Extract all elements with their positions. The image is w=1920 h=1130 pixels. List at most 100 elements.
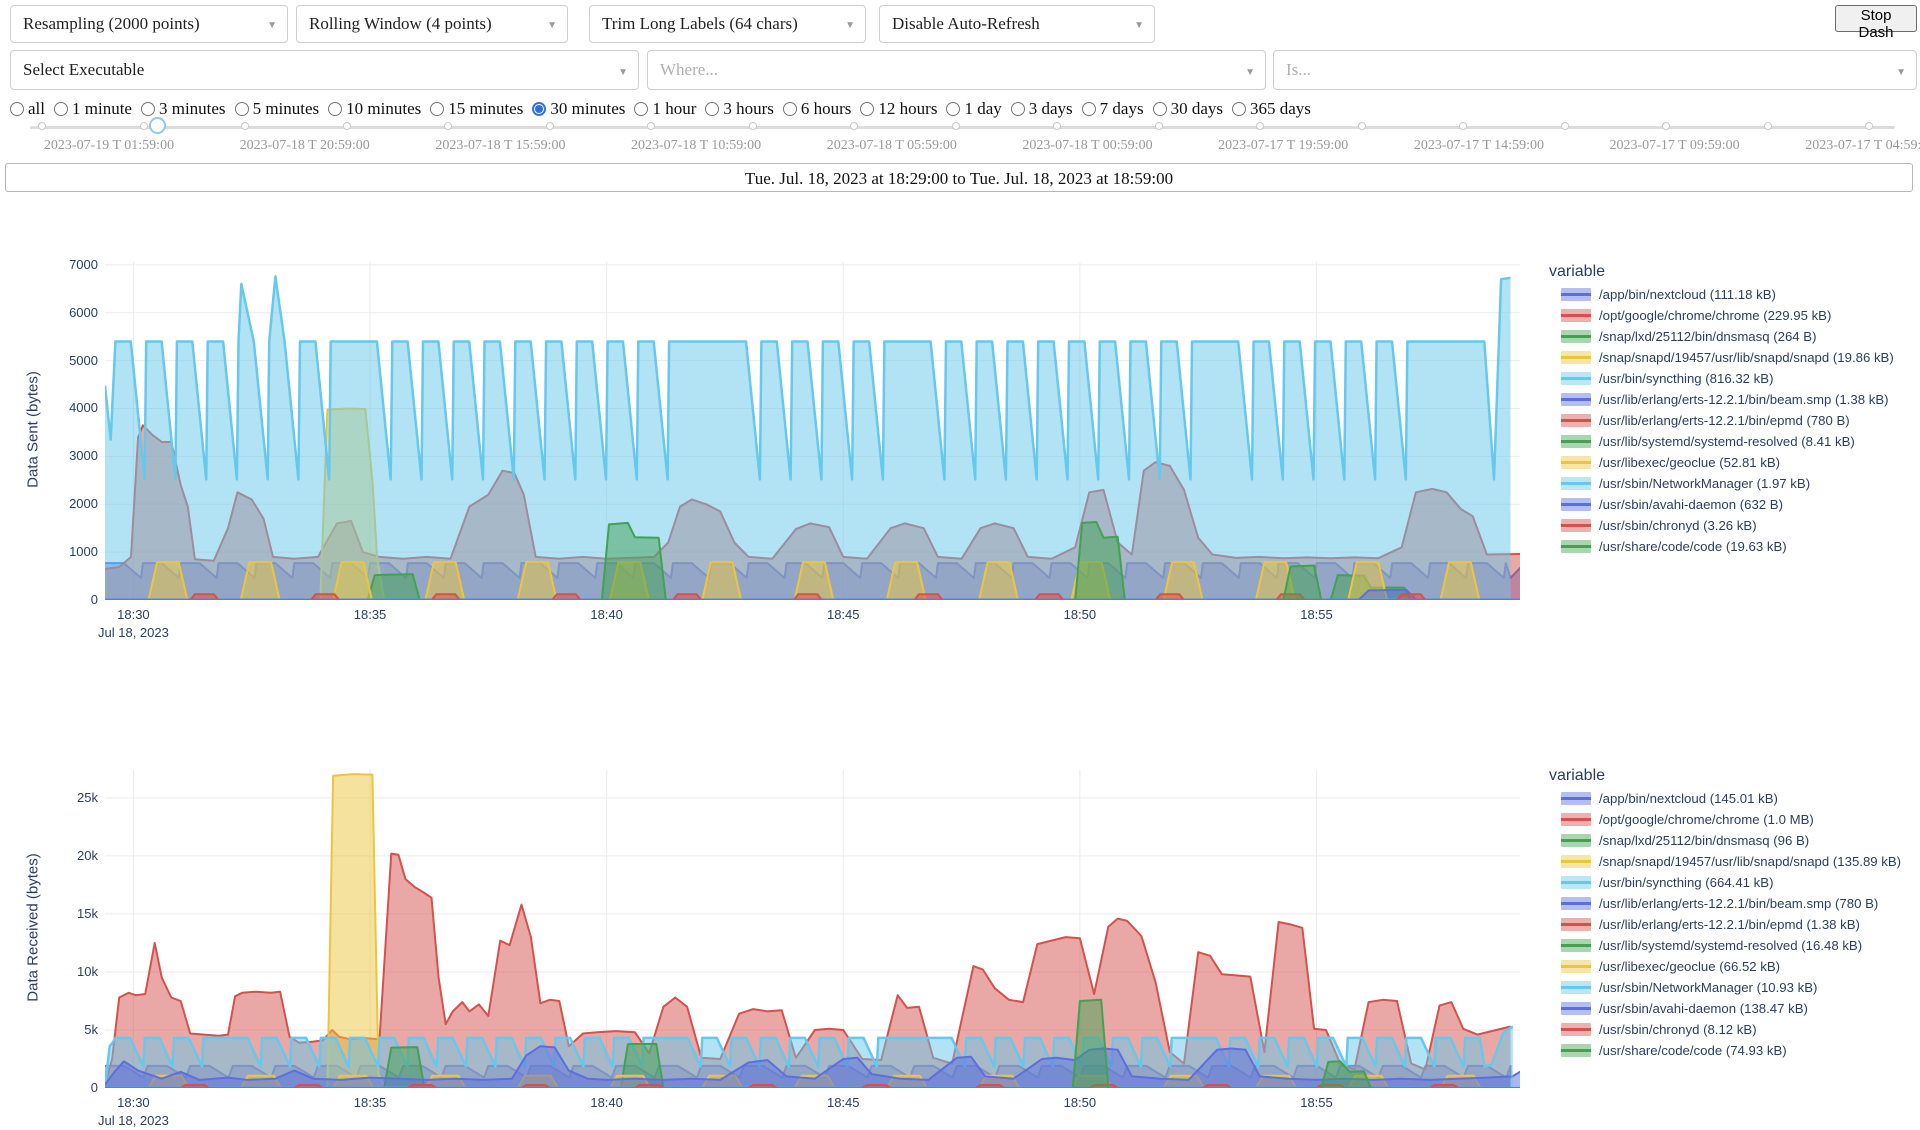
radio-button-icon[interactable] (705, 102, 719, 116)
radio-all[interactable]: all (10, 99, 45, 119)
legend-item[interactable]: /usr/sbin/NetworkManager (1.97 kB) (1549, 474, 1920, 495)
legend-item[interactable]: /opt/google/chrome/chrome (229.95 kB) (1549, 306, 1920, 327)
radio-6-hours[interactable]: 6 hours (783, 99, 852, 119)
plot-area[interactable] (105, 262, 1520, 600)
radio-button-icon[interactable] (532, 102, 546, 116)
radio-label: 10 minutes (346, 99, 421, 119)
radio-30-minutes[interactable]: 30 minutes (532, 99, 625, 119)
slider-tick-label: 2023-07-17 T 04:59:00 (1805, 138, 1920, 154)
legend-item[interactable]: /usr/sbin/NetworkManager (10.93 kB) (1549, 978, 1920, 999)
slider-handle[interactable] (149, 117, 166, 134)
legend-label: /opt/google/chrome/chrome (229.95 kB) (1599, 306, 1831, 326)
radio-button-icon[interactable] (783, 102, 797, 116)
legend-item[interactable]: /usr/lib/erlang/erts-12.2.1/bin/beam.smp… (1549, 390, 1920, 411)
legend-item[interactable]: /usr/bin/syncthing (816.32 kB) (1549, 369, 1920, 390)
radio-10-minutes[interactable]: 10 minutes (328, 99, 421, 119)
slider-tick-label: 2023-07-18 T 20:59:00 (240, 138, 370, 154)
radio-1-hour[interactable]: 1 hour (634, 99, 696, 119)
radio-12-hours[interactable]: 12 hours (860, 99, 937, 119)
auto-refresh-dropdown[interactable]: Disable Auto-Refresh▼ (879, 5, 1155, 43)
selected-range-display: Tue. Jul. 18, 2023 at 18:29:00 to Tue. J… (5, 163, 1913, 192)
radio-label: 5 minutes (253, 99, 320, 119)
y-tick-label: 5k (56, 1022, 98, 1037)
radio-15-minutes[interactable]: 15 minutes (430, 99, 523, 119)
slider-mark (546, 122, 554, 130)
legend-item[interactable]: /usr/lib/erlang/erts-12.2.1/bin/epmd (78… (1549, 411, 1920, 432)
radio-3-days[interactable]: 3 days (1011, 99, 1073, 119)
x-tick-label: 18:35 (354, 607, 387, 622)
legend-swatch-icon (1561, 288, 1591, 301)
legend-item[interactable]: /snap/lxd/25112/bin/dnsmasq (96 B) (1549, 831, 1920, 852)
radio-button-icon[interactable] (430, 102, 444, 116)
radio-button-icon[interactable] (946, 102, 960, 116)
legend-item[interactable]: /usr/libexec/geoclue (52.81 kB) (1549, 453, 1920, 474)
legend-label: /app/bin/nextcloud (145.01 kB) (1599, 789, 1778, 809)
radio-3-minutes[interactable]: 3 minutes (141, 99, 226, 119)
radio-button-icon[interactable] (235, 102, 249, 116)
legend-item[interactable]: /usr/lib/erlang/erts-12.2.1/bin/beam.smp… (1549, 894, 1920, 915)
y-axis-title-sent: Data Sent (bytes) (25, 280, 42, 580)
plot-area[interactable] (105, 770, 1520, 1088)
legend-item[interactable]: /usr/bin/syncthing (664.41 kB) (1549, 873, 1920, 894)
x-tick-label: 18:45 (827, 607, 860, 622)
legend-label: /opt/google/chrome/chrome (1.0 MB) (1599, 810, 1814, 830)
legend-item[interactable]: /usr/sbin/chronyd (8.12 kB) (1549, 1020, 1920, 1041)
radio-30-days[interactable]: 30 days (1153, 99, 1223, 119)
legend-item[interactable]: /usr/sbin/avahi-daemon (138.47 kB) (1549, 999, 1920, 1020)
radio-button-icon[interactable] (328, 102, 342, 116)
radio-1-day[interactable]: 1 day (946, 99, 1001, 119)
chevron-down-icon: ▼ (547, 20, 557, 31)
radio-3-hours[interactable]: 3 hours (705, 99, 774, 119)
trim-labels-dropdown[interactable]: Trim Long Labels (64 chars)▼ (589, 5, 866, 43)
chevron-down-icon: ▼ (1896, 67, 1906, 78)
chevron-down-icon: ▼ (1245, 67, 1255, 78)
legend-item[interactable]: /usr/sbin/avahi-daemon (632 B) (1549, 495, 1920, 516)
legend-swatch-icon (1561, 456, 1591, 469)
y-tick-label: 15k (56, 906, 98, 921)
radio-button-icon[interactable] (1082, 102, 1096, 116)
legend-item[interactable]: /app/bin/nextcloud (145.01 kB) (1549, 789, 1920, 810)
legend-item[interactable]: /usr/lib/erlang/erts-12.2.1/bin/epmd (1.… (1549, 915, 1920, 936)
radio-button-icon[interactable] (54, 102, 68, 116)
radio-365-days[interactable]: 365 days (1232, 99, 1311, 119)
legend-item[interactable]: /usr/libexec/geoclue (66.52 kB) (1549, 957, 1920, 978)
legend-label: /usr/lib/erlang/erts-12.2.1/bin/beam.smp… (1599, 390, 1889, 410)
radio-1-minute[interactable]: 1 minute (54, 99, 132, 119)
legend-item[interactable]: /snap/snapd/19457/usr/lib/snapd/snapd (1… (1549, 348, 1920, 369)
time-range-radios: all 1 minute 3 minutes 5 minutes 10 minutes 1… (10, 99, 1311, 119)
legend-label: /snap/snapd/19457/usr/lib/snapd/snapd (1… (1599, 852, 1901, 872)
legend-item[interactable]: /snap/lxd/25112/bin/dnsmasq (264 B) (1549, 327, 1920, 348)
process-monitor-dashboard: Resampling (2000 points)▼Rolling Window … (0, 0, 1920, 1130)
radio-button-icon[interactable] (634, 102, 648, 116)
rolling-window-dropdown[interactable]: Rolling Window (4 points)▼ (296, 5, 568, 43)
slider-track[interactable] (30, 126, 1895, 129)
radio-button-icon[interactable] (860, 102, 874, 116)
legend-swatch-icon (1561, 393, 1591, 406)
legend-item[interactable]: /app/bin/nextcloud (111.18 kB) (1549, 285, 1920, 306)
legend-item[interactable]: /usr/share/code/code (74.93 kB) (1549, 1041, 1920, 1062)
radio-7-days[interactable]: 7 days (1082, 99, 1144, 119)
legend-item[interactable]: /usr/lib/systemd/systemd-resolved (8.41 … (1549, 432, 1920, 453)
radio-button-icon[interactable] (141, 102, 155, 116)
slider-mark (1155, 122, 1163, 130)
is-filter-dropdown[interactable]: Is... ▼ (1273, 50, 1917, 90)
legend-item[interactable]: /usr/sbin/chronyd (3.26 kB) (1549, 516, 1920, 537)
radio-button-icon[interactable] (1153, 102, 1167, 116)
where-filter-dropdown[interactable]: Where... ▼ (647, 50, 1266, 90)
stop-dash-button[interactable]: Stop Dash (1835, 5, 1917, 32)
legend-item[interactable]: /snap/snapd/19457/usr/lib/snapd/snapd (1… (1549, 852, 1920, 873)
legend-swatch-icon (1561, 435, 1591, 448)
legend-item[interactable]: /opt/google/chrome/chrome (1.0 MB) (1549, 810, 1920, 831)
legend-item[interactable]: /usr/share/code/code (19.63 kB) (1549, 537, 1920, 558)
legend-item[interactable]: /usr/lib/systemd/systemd-resolved (16.48… (1549, 936, 1920, 957)
select-executable-dropdown[interactable]: Select Executable ▼ (10, 50, 639, 90)
radio-label: all (28, 99, 45, 119)
radio-button-icon[interactable] (10, 102, 24, 116)
slider-mark (1662, 122, 1670, 130)
radio-5-minutes[interactable]: 5 minutes (235, 99, 320, 119)
legend-swatch-icon (1561, 1023, 1591, 1036)
radio-button-icon[interactable] (1011, 102, 1025, 116)
y-tick-label: 10k (56, 964, 98, 979)
radio-button-icon[interactable] (1232, 102, 1246, 116)
resampling-dropdown[interactable]: Resampling (2000 points)▼ (10, 5, 288, 43)
